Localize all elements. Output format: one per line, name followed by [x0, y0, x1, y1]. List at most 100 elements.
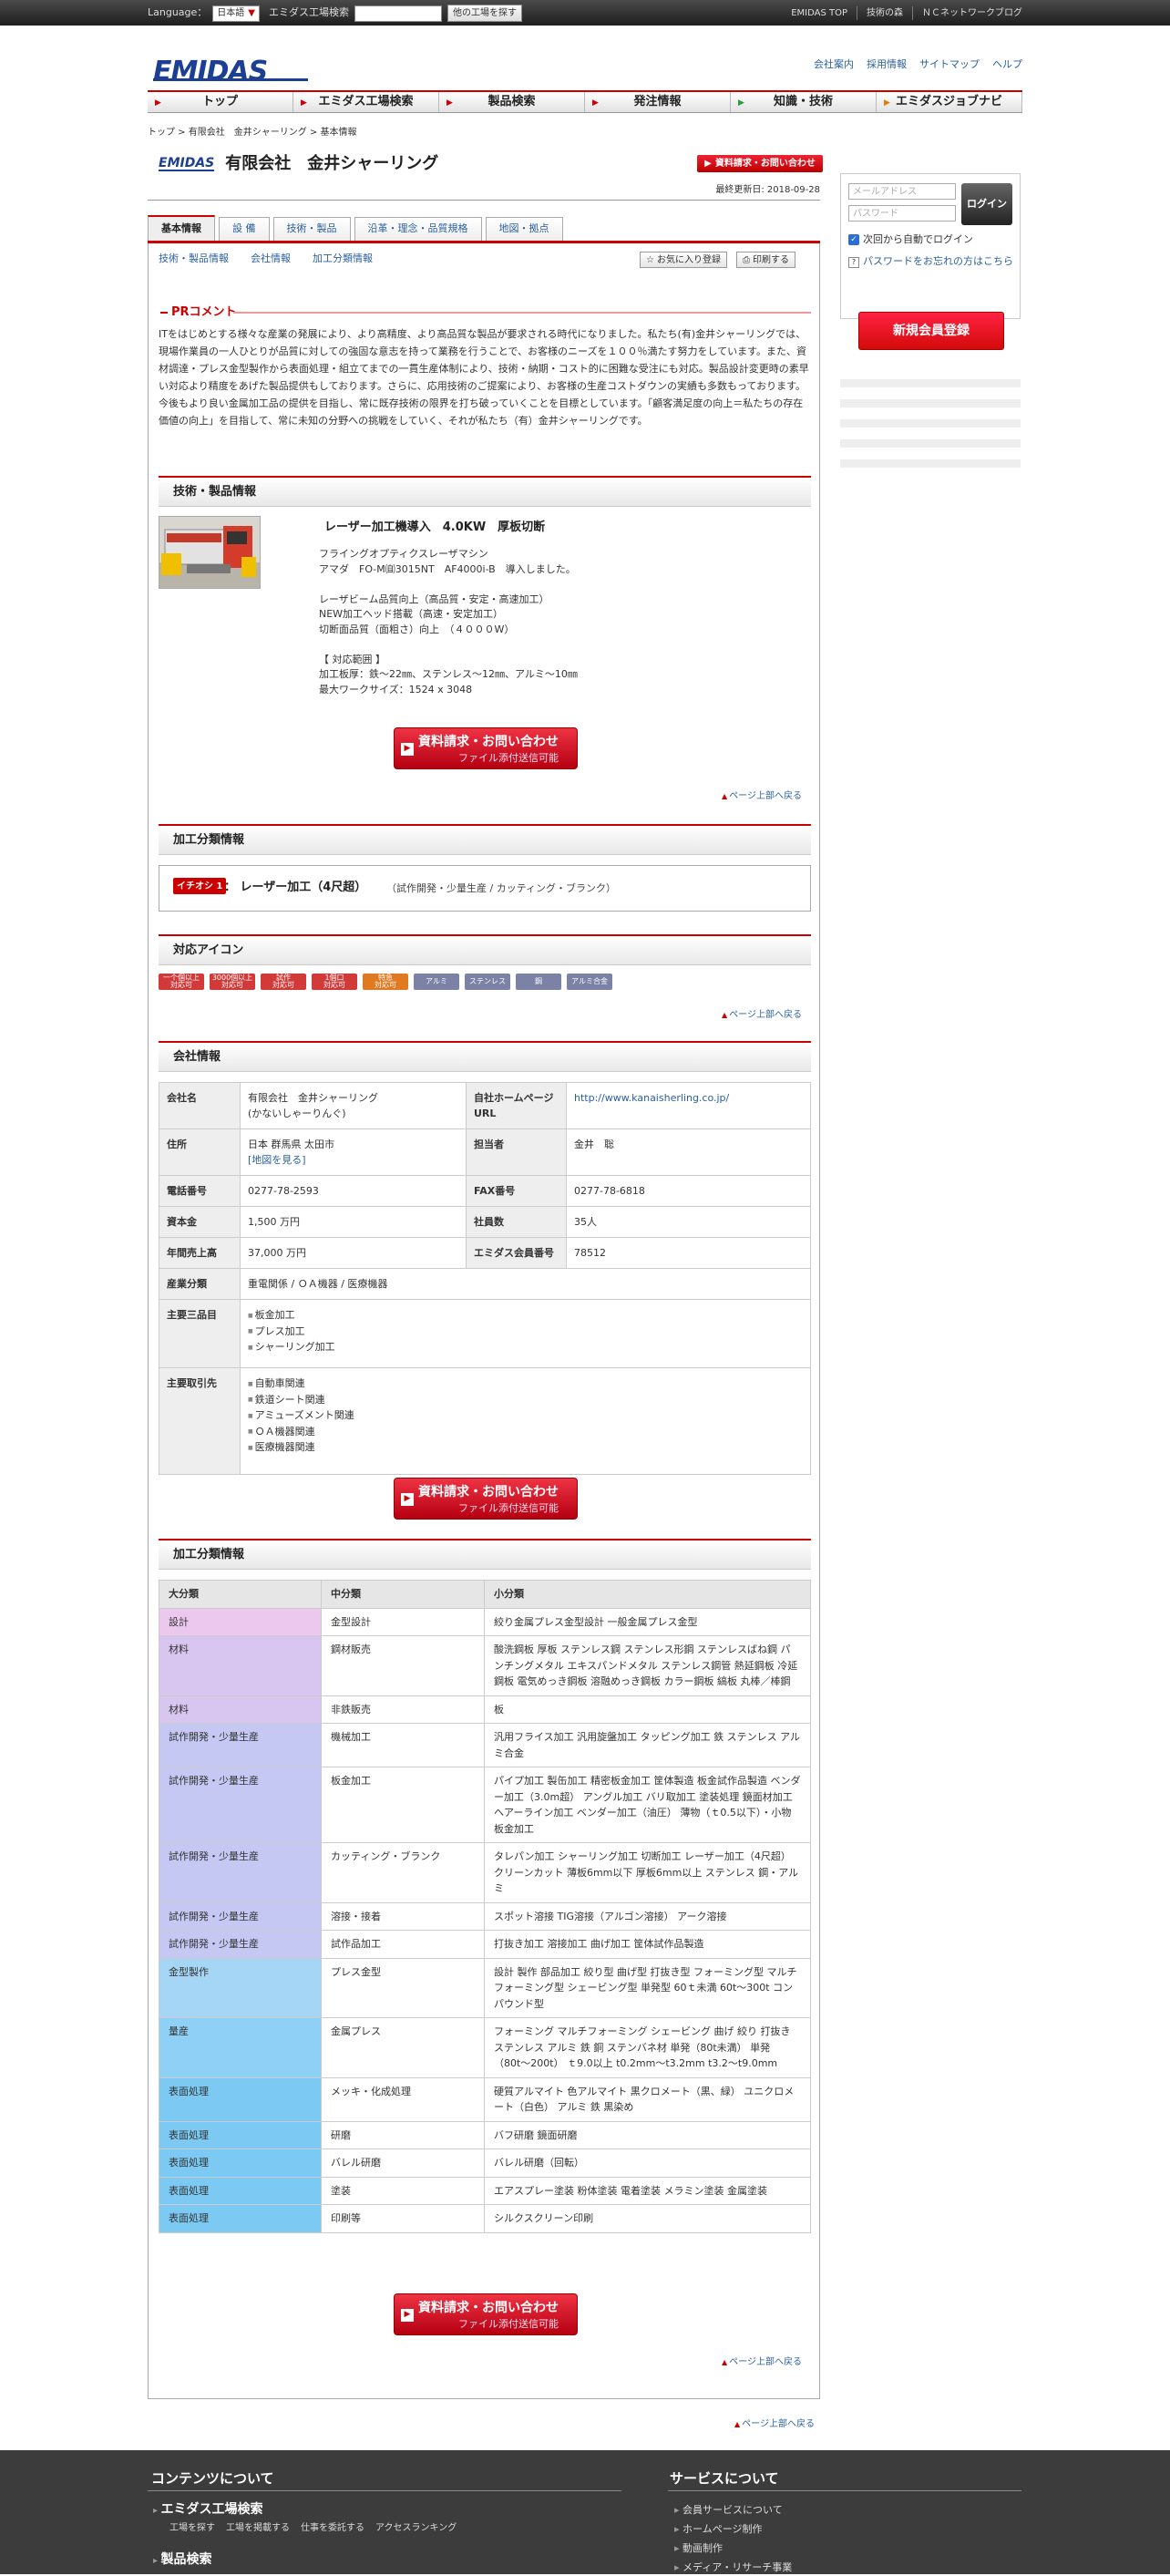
label-homepage: 自社ホームページURL [466, 1082, 567, 1129]
nc-blog-link[interactable]: ＮＣネットワークブログ [912, 6, 1022, 20]
middle-category: 非鉄販売 [321, 1695, 485, 1724]
login-button[interactable]: ログイン [961, 183, 1012, 225]
major-category: 試作開発・少量生産 [159, 1842, 322, 1903]
footer-service-2[interactable]: 動画制作 [674, 2541, 723, 2557]
capability-badge: 特急 対応可 [363, 974, 408, 990]
nav-jobnavi[interactable]: エミダスジョブナビ [877, 92, 1022, 112]
remember-checkbox[interactable]: ✓ [848, 234, 859, 246]
pr-heading-line [233, 312, 811, 314]
emidas-top-link[interactable]: EMIDAS TOP [782, 6, 847, 20]
tab-equipment[interactable]: 設 備 [219, 217, 270, 241]
register-button[interactable]: 新規会員登録 [858, 312, 1004, 350]
tab-tech-products[interactable]: 技術・製品 [272, 217, 351, 241]
tab-basic-info[interactable]: 基本情報 [148, 215, 215, 241]
placeholder-bar [840, 379, 1021, 387]
page-top-link[interactable]: ページ上部へ戻る [722, 2355, 802, 2369]
footer-service-0[interactable]: 会員サービスについて [674, 2503, 783, 2519]
page-top-link[interactable]: ページ上部へ戻る [722, 1008, 802, 1022]
ichioshi-badge: イチオシ 1 [173, 878, 227, 894]
logo-underline [153, 78, 308, 81]
contact-value: 金井 聡 [566, 1128, 811, 1176]
table-row: 表面処理 研磨 バフ研磨 鏡面研磨 [159, 2120, 811, 2149]
chevron-down-icon: ▼ [248, 8, 255, 18]
forgot-password-link[interactable]: パスワードをお忘れの方はこちら [863, 254, 1013, 270]
middle-category: 塗装 [321, 2176, 485, 2205]
table-row: 表面処理 メッキ・化成処理 硬質アルマイト 色アルマイト 黒クロメート（黒、緑） ユ… [159, 2076, 811, 2122]
process-sub: （試作開発・少量生産 / カッティング・ブランク） [386, 882, 617, 894]
divider [148, 2490, 621, 2491]
footer-ranking[interactable]: アクセスランキング [375, 2521, 457, 2535]
middle-category: 板金加工 [321, 1767, 485, 1843]
tech-body: フライングオプティクスレーザマシン アマダ FO-M㉂3015NT AF4000… [319, 548, 578, 696]
sitemap-link[interactable]: サイトマップ [919, 57, 980, 73]
table-row: 表面処理 印刷等 シルクスクリーン印刷 [159, 2204, 811, 2233]
nav-factory-search[interactable]: エミダス工場検索 [293, 92, 439, 112]
nav-product-search[interactable]: 製品検索 [439, 92, 585, 112]
request-info-big-button[interactable]: ▶ 資料請求・お問い合わせ ファイル添付送信可能 [394, 1478, 578, 1520]
client-item: 医療機器関連 [248, 1439, 803, 1456]
printer-icon: ⎙ [742, 254, 750, 265]
footer-outsource[interactable]: 仕事を委託する [301, 2521, 364, 2535]
anchor-company-info[interactable]: 会社情報 [251, 252, 291, 267]
minor-category: 酸洗鋼板 厚板 ステンレス鋼 ステンレス形鋼 ステンレスばね鋼 パンチングメタル… [484, 1635, 811, 1696]
minor-category: スポット溶接 TIG溶接（アルゴン溶接） アーク溶接 [484, 1901, 811, 1931]
table-row: 表面処理 塗装 エアスプレー塗装 粉体塗装 電着塗装 メラミン塗装 金属塗装 [159, 2176, 811, 2205]
middle-category: 印刷等 [321, 2204, 485, 2233]
footer-list-factory[interactable]: 工場を掲載する [226, 2521, 290, 2535]
minor-category: タレパン加工 シャーリング加工 切断加工 レーザー加工（4尺超） クリーンカット… [484, 1842, 811, 1903]
minor-category: 絞り金属プレス金型設計 一般金属プレス金型 [484, 1607, 811, 1636]
capability-badge: 3000個以上 対応可 [210, 974, 255, 990]
col-minor: 小分類 [484, 1580, 811, 1609]
placeholder-bar [840, 419, 1021, 428]
page-top-link[interactable]: ページ上部へ戻る [734, 2417, 815, 2431]
footer-product-search[interactable]: 製品検索 [153, 2550, 212, 2570]
company-info-link[interactable]: 会社案内 [814, 57, 854, 73]
laser-machine-image[interactable] [159, 516, 261, 589]
middle-category: 金型設計 [321, 1607, 485, 1636]
capability-badge: 鋼 [516, 974, 561, 990]
gijutsu-mori-link[interactable]: 技術の森 [857, 6, 903, 20]
anchor-process-info[interactable]: 加工分類情報 [313, 252, 373, 267]
emidas-logo[interactable]: EMIDAS [153, 51, 268, 92]
request-info-button[interactable]: ▶ 資料請求・お問い合わせ [697, 155, 823, 172]
pr-text: ITをはじめとする様々な産業の発展により、より高精度、より高品質な製品が要求され… [159, 328, 809, 427]
tab-history[interactable]: 沿革・理念・品質規格 [354, 217, 482, 241]
placeholder-bar [840, 459, 1021, 468]
arrow-icon: ▶ [401, 1493, 414, 1506]
address-value: 日本 群馬県 太田市 [248, 1139, 334, 1150]
major-category: 表面処理 [159, 2148, 322, 2178]
email-field[interactable]: メールアドレス [848, 183, 956, 200]
request-info-big-button[interactable]: ▶ 資料請求・お問い合わせ ファイル添付送信可能 [394, 727, 578, 769]
table-row: 試作開発・少量生産 機械加工 汎用フライス加工 汎用旋盤加工 タッピング加工 鉄 ス… [159, 1723, 811, 1767]
tab-map[interactable]: 地図・拠点 [485, 217, 563, 241]
factory-search-input[interactable] [354, 5, 442, 22]
middle-category: 鋼材販売 [321, 1635, 485, 1696]
nav-knowledge[interactable]: 知識・技術 [731, 92, 877, 112]
recruit-link[interactable]: 採用情報 [867, 57, 907, 73]
footer-service-1[interactable]: ホームページ制作 [674, 2522, 762, 2538]
other-factory-search-button[interactable]: 他の工場を探す [447, 5, 522, 22]
footer-service-3[interactable]: メディア・リサーチ事業 [674, 2561, 792, 2576]
footer-factory-search[interactable]: エミダス工場検索 [153, 2500, 263, 2519]
nav-top[interactable]: トップ [148, 92, 293, 112]
favorite-button[interactable]: ☆ お気に入り登録 [640, 252, 727, 268]
industry-value: 重電関係 / ＯＡ機器 / 医療機器 [240, 1268, 811, 1300]
help-link[interactable]: ヘルプ [992, 57, 1022, 73]
map-link[interactable]: [地図を見る] [248, 1154, 306, 1166]
print-button[interactable]: ⎙ 印刷する [735, 252, 795, 268]
divider [148, 200, 820, 201]
anchor-tech-products[interactable]: 技術・製品情報 [159, 252, 229, 267]
language-select[interactable]: 日本語 ▼ [212, 5, 260, 22]
company-info-table: 会社名 有限会社 金井シャーリング (かないしゃーりんぐ) 自社ホームページUR… [159, 1082, 811, 1475]
password-field[interactable]: パスワード [848, 205, 956, 222]
footer-find-factory[interactable]: 工場を探す [169, 2521, 215, 2535]
request-info-big-button[interactable]: ▶ 資料請求・お問い合わせ ファイル添付送信可能 [394, 2293, 578, 2335]
global-nav: トップ エミダス工場検索 製品検索 発注情報 知識・技術 エミダスジョブナビ [148, 90, 1022, 113]
page-top-link[interactable]: ページ上部へ戻る [722, 789, 802, 803]
major-category: 表面処理 [159, 2120, 322, 2149]
homepage-link[interactable]: http://www.kanaisherling.co.jp/ [574, 1092, 729, 1104]
label-capital: 資本金 [159, 1206, 241, 1238]
breadcrumb[interactable]: トップ > 有限会社 金井シャーリング > 基本情報 [148, 126, 356, 139]
table-row: 設計 金型設計 絞り金属プレス金型設計 一般金属プレス金型 [159, 1607, 811, 1636]
nav-order-info[interactable]: 発注情報 [585, 92, 731, 112]
